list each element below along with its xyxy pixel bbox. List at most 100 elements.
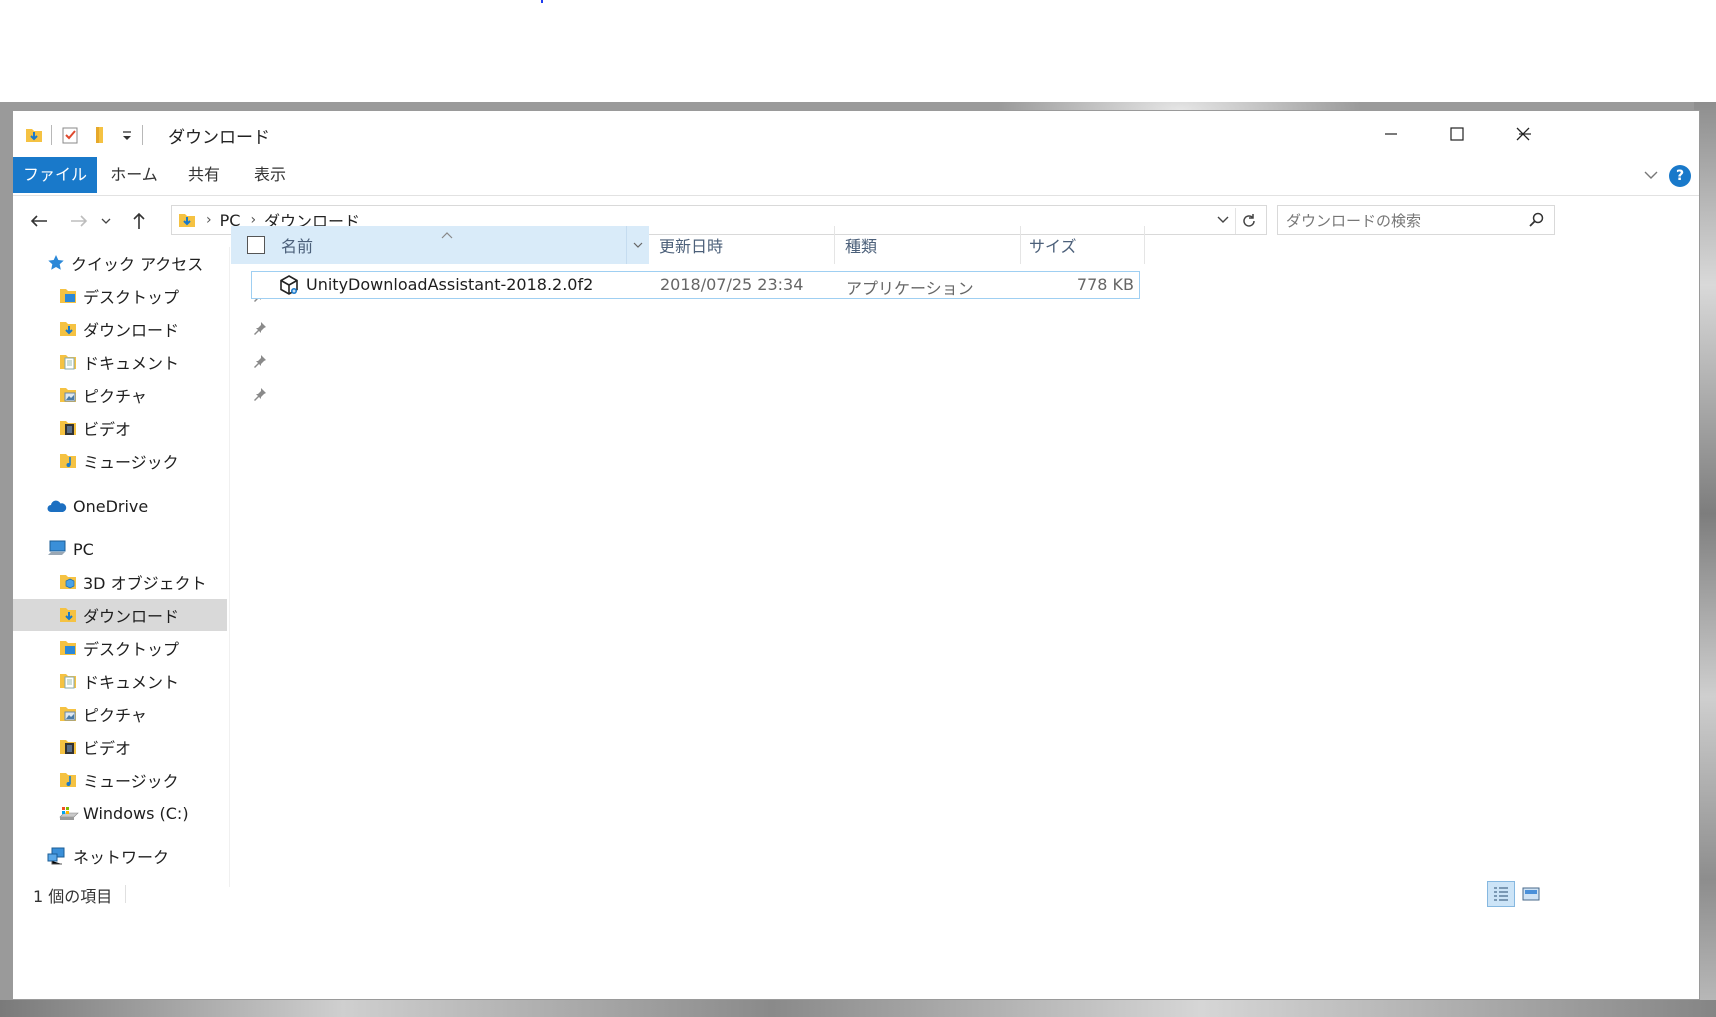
toolbar-separator bbox=[51, 125, 52, 145]
nav-quick-documents[interactable]: ドキュメント bbox=[59, 346, 266, 378]
nav-quick-access[interactable]: クイック アクセス bbox=[47, 247, 203, 279]
nav-quick-pictures[interactable]: ピクチャ bbox=[59, 379, 266, 411]
close-button[interactable] bbox=[1488, 111, 1558, 157]
nav-pc-documents[interactable]: ドキュメント bbox=[59, 665, 227, 697]
maximize-button[interactable] bbox=[1422, 111, 1492, 157]
nav-quick-access-label: クイック アクセス bbox=[71, 255, 204, 274]
nav-network[interactable]: ネットワーク bbox=[47, 840, 169, 872]
column-header-size[interactable]: サイズ bbox=[1021, 226, 1145, 264]
column-header-type[interactable]: 種類 bbox=[835, 226, 1021, 264]
downloads-folder-icon bbox=[59, 607, 77, 623]
window-title: ダウンロード bbox=[168, 128, 270, 148]
nav-pc-desktop[interactable]: デスクトップ bbox=[59, 632, 227, 664]
onedrive-cloud-icon bbox=[47, 500, 67, 512]
recent-locations-button[interactable] bbox=[97, 207, 115, 235]
properties-icon[interactable] bbox=[60, 125, 80, 145]
select-all-checkbox[interactable] bbox=[247, 236, 265, 254]
item-count: 1 個の項目 bbox=[33, 887, 113, 906]
search-icon[interactable] bbox=[1528, 212, 1544, 232]
nav-item-label: デスクトップ bbox=[83, 640, 180, 659]
file-type: アプリケーション bbox=[846, 279, 974, 298]
nav-item-label: ダウンロード bbox=[83, 321, 180, 340]
pane-divider[interactable] bbox=[229, 247, 230, 887]
minimize-button-primary[interactable] bbox=[1356, 111, 1426, 157]
large-icons-view-icon bbox=[1522, 887, 1540, 901]
pin-icon[interactable] bbox=[253, 353, 267, 372]
refresh-button[interactable] bbox=[1235, 208, 1262, 234]
nav-onedrive[interactable]: OneDrive bbox=[47, 490, 148, 522]
nav-quick-music[interactable]: ミュージック bbox=[59, 445, 227, 477]
up-button[interactable] bbox=[125, 207, 153, 235]
tab-view[interactable]: 表示 bbox=[237, 157, 303, 193]
downloads-folder-icon bbox=[178, 211, 196, 229]
nav-pc[interactable]: PC bbox=[47, 533, 94, 565]
tab-home[interactable]: ホーム bbox=[97, 157, 171, 193]
breadcrumb-separator-icon[interactable]: › bbox=[206, 212, 212, 228]
search-box[interactable] bbox=[1277, 205, 1555, 236]
column-header-name[interactable]: 名前 bbox=[231, 226, 649, 264]
3d-objects-folder-icon bbox=[59, 574, 77, 590]
nav-pc-music[interactable]: ミュージック bbox=[59, 764, 227, 796]
nav-item-label: デスクトップ bbox=[83, 288, 180, 307]
nav-pc-3d-objects[interactable]: 3D オブジェクト bbox=[59, 566, 227, 598]
nav-item-label: ミュージック bbox=[83, 453, 179, 472]
column-filter-button[interactable] bbox=[626, 226, 649, 264]
close-icon bbox=[1516, 127, 1530, 141]
videos-folder-icon bbox=[59, 739, 77, 755]
downloads-folder-icon[interactable] bbox=[25, 126, 43, 144]
pictures-folder-icon bbox=[59, 706, 77, 722]
sort-ascending-icon bbox=[441, 224, 453, 243]
nav-item-label: ビデオ bbox=[83, 420, 132, 439]
nav-network-label: ネットワーク bbox=[73, 848, 170, 867]
expand-ribbon-button[interactable] bbox=[1643, 167, 1659, 187]
file-size: 778 KB bbox=[1076, 275, 1134, 294]
customize-toolbar-icon[interactable] bbox=[120, 128, 134, 142]
arrow-up-icon bbox=[133, 212, 145, 229]
nav-quick-desktop[interactable]: デスクトップ bbox=[59, 280, 266, 312]
videos-folder-icon bbox=[59, 420, 77, 436]
address-history-button[interactable] bbox=[1216, 212, 1230, 231]
tab-share[interactable]: 共有 bbox=[171, 157, 237, 193]
file-name[interactable]: UnityDownloadAssistant-2018.2.0f2 bbox=[306, 275, 593, 294]
tab-file[interactable]: ファイル bbox=[13, 157, 97, 193]
nav-pc-label: PC bbox=[73, 539, 94, 559]
documents-folder-icon bbox=[59, 673, 77, 689]
pictures-folder-icon bbox=[59, 387, 77, 403]
music-folder-icon bbox=[59, 772, 77, 788]
large-icons-view-button[interactable] bbox=[1517, 881, 1545, 907]
nav-item-label: ミュージック bbox=[83, 772, 179, 791]
new-folder-icon[interactable] bbox=[92, 126, 110, 144]
back-button[interactable] bbox=[25, 207, 53, 235]
nav-item-label: ビデオ bbox=[83, 739, 132, 758]
desktop-folder-icon bbox=[59, 288, 77, 304]
nav-item-label: Windows (C:) bbox=[83, 803, 189, 823]
drive-icon bbox=[59, 805, 79, 821]
pin-icon[interactable] bbox=[253, 320, 267, 339]
title-bar: ダウンロード bbox=[13, 111, 1699, 157]
star-icon bbox=[48, 255, 64, 270]
nav-item-label: ピクチャ bbox=[83, 387, 147, 406]
documents-folder-icon bbox=[59, 354, 77, 370]
column-header-size-label: サイズ bbox=[1029, 237, 1077, 256]
stray-pixel bbox=[541, 0, 543, 3]
file-modified: 2018/07/25 23:34 bbox=[660, 275, 804, 294]
arrow-right-icon bbox=[71, 215, 88, 227]
file-row[interactable]: UnityDownloadAssistant-2018.2.0f2 2018/0… bbox=[251, 271, 1140, 299]
pin-icon[interactable] bbox=[253, 386, 267, 405]
nav-pc-videos[interactable]: ビデオ bbox=[59, 731, 227, 763]
nav-quick-videos[interactable]: ビデオ bbox=[59, 412, 227, 444]
ribbon: ファイル ホーム 共有 表示 ? bbox=[13, 157, 1699, 196]
forward-button[interactable] bbox=[65, 207, 93, 235]
chevron-down-icon bbox=[1217, 216, 1229, 223]
nav-quick-downloads[interactable]: ダウンロード bbox=[59, 313, 266, 345]
file-explorer-window: ダウンロード ファイル ホーム 共有 表示 ? › PC › ダウンロード ダウ… bbox=[12, 110, 1700, 1000]
nav-pc-pictures[interactable]: ピクチャ bbox=[59, 698, 227, 730]
help-button[interactable]: ? bbox=[1669, 165, 1691, 187]
details-view-button[interactable] bbox=[1487, 881, 1515, 907]
nav-pc-downloads[interactable]: ダウンロード bbox=[13, 599, 227, 631]
search-input[interactable] bbox=[1278, 206, 1528, 236]
column-header-modified[interactable]: 更新日時 bbox=[649, 226, 835, 264]
nav-item-label: ドキュメント bbox=[83, 673, 180, 692]
nav-pc-windows-drive[interactable]: Windows (C:) bbox=[59, 797, 227, 829]
nav-onedrive-label: OneDrive bbox=[73, 496, 149, 516]
